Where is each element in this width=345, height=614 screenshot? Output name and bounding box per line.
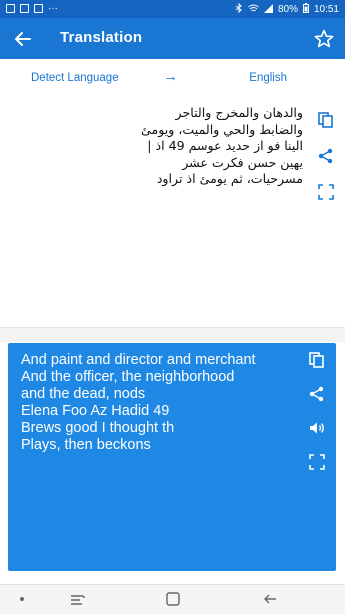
system-back-button[interactable] bbox=[260, 591, 280, 607]
speaker-icon bbox=[310, 422, 324, 434]
copy-icon bbox=[309, 352, 324, 368]
share-icon bbox=[309, 386, 324, 402]
bluetooth-icon bbox=[235, 2, 243, 16]
copy-icon bbox=[318, 112, 333, 128]
clock: 10:51 bbox=[313, 4, 339, 15]
source-actions bbox=[315, 109, 337, 203]
source-panel: والدهان والمخرج والتاجر والضابط والحي وا… bbox=[0, 97, 345, 327]
nav-dot-icon[interactable] bbox=[20, 597, 24, 601]
share-source-button[interactable] bbox=[315, 145, 337, 167]
panel-divider bbox=[0, 327, 345, 342]
speak-result-button[interactable] bbox=[306, 417, 328, 439]
swap-direction-arrow-icon[interactable]: → bbox=[163, 68, 178, 85]
back-button[interactable] bbox=[8, 24, 38, 54]
result-actions bbox=[306, 349, 328, 473]
home-icon bbox=[166, 592, 180, 606]
signal-icon bbox=[263, 3, 273, 16]
fullscreen-icon bbox=[309, 454, 325, 470]
status-bar: ··· 80% 10:51 bbox=[0, 0, 345, 18]
arrow-left-icon bbox=[15, 32, 31, 46]
more-notifications-icon: ··· bbox=[48, 3, 58, 14]
target-language-selector[interactable]: English bbox=[249, 72, 287, 84]
system-nav-bar bbox=[0, 584, 345, 614]
translated-text[interactable]: And paint and director and merchant And … bbox=[21, 352, 301, 454]
translation-result-card: And paint and director and merchant And … bbox=[8, 343, 336, 571]
app-toolbar: Translation bbox=[0, 18, 345, 59]
gallery-icon bbox=[20, 4, 29, 13]
home-button[interactable] bbox=[165, 591, 181, 607]
wifi-icon bbox=[248, 4, 259, 16]
source-text[interactable]: والدهان والمخرج والتاجر والضابط والحي وا… bbox=[73, 105, 303, 188]
page-title: Translation bbox=[60, 29, 143, 46]
fullscreen-source-button[interactable] bbox=[315, 181, 337, 203]
recent-apps-icon bbox=[71, 595, 85, 605]
favorite-button[interactable] bbox=[309, 24, 339, 54]
share-icon bbox=[318, 148, 333, 164]
recent-apps-button[interactable] bbox=[68, 591, 88, 607]
source-language-selector[interactable]: Detect Language bbox=[31, 72, 119, 84]
message-icon bbox=[34, 4, 43, 13]
copy-result-button[interactable] bbox=[306, 349, 328, 371]
language-bar: Detect Language → English bbox=[0, 59, 345, 98]
share-result-button[interactable] bbox=[306, 383, 328, 405]
battery-icon bbox=[302, 3, 309, 16]
battery-percent: 80% bbox=[277, 4, 298, 15]
star-icon bbox=[314, 29, 334, 48]
fullscreen-result-button[interactable] bbox=[306, 451, 328, 473]
copy-source-button[interactable] bbox=[315, 109, 337, 131]
back-arrow-icon bbox=[264, 594, 276, 604]
fullscreen-icon bbox=[318, 184, 334, 200]
notification-icon bbox=[6, 4, 15, 13]
